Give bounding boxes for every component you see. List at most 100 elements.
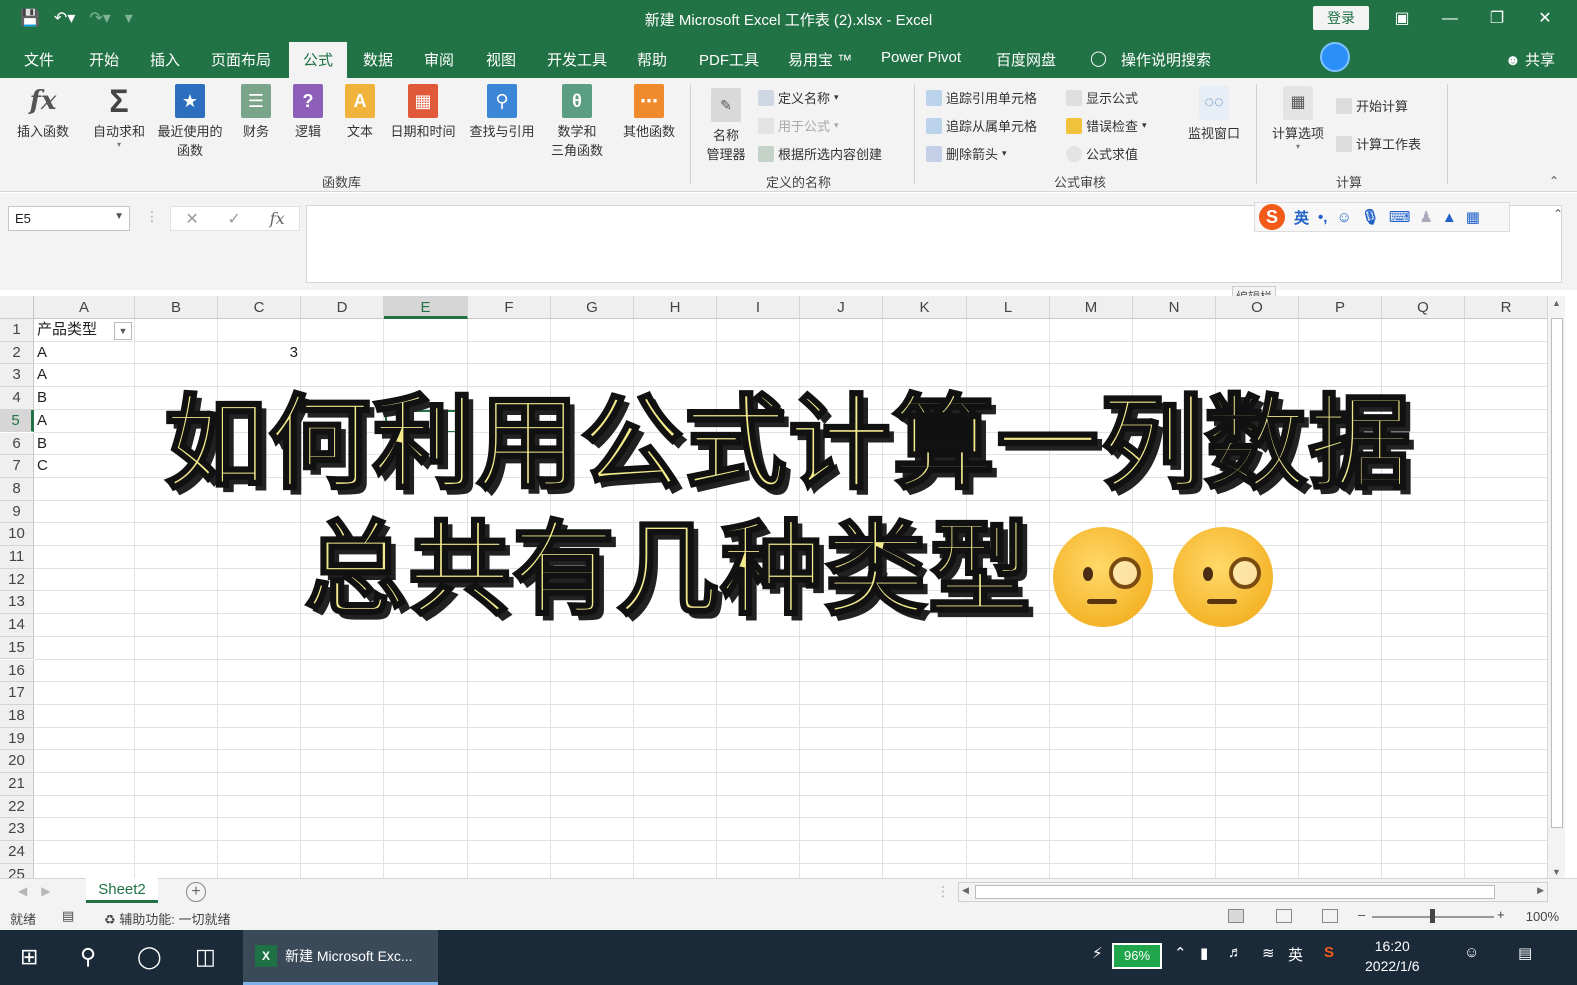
tab-data[interactable]: 数据 [363,49,393,70]
row-header[interactable]: 21 [0,773,34,796]
cell-a2[interactable]: A [34,342,135,364]
calculate-now-button[interactable]: 开始计算 [1336,96,1408,115]
battery-indicator[interactable]: 96% [1112,943,1162,969]
macro-record-icon[interactable]: ▤ [62,908,74,924]
column-header[interactable]: L [967,296,1050,319]
keyboard-icon[interactable]: ⌨ [1389,208,1411,226]
horizontal-scrollbar[interactable]: ◀ ▶ [958,882,1548,902]
tab-developer[interactable]: 开发工具 [547,49,607,70]
chat-icon[interactable]: ☺ [1464,944,1479,961]
tab-pdf-tools[interactable]: PDF工具 [699,49,759,70]
normal-view-icon[interactable] [1228,909,1244,923]
zoom-slider-knob[interactable] [1430,909,1435,923]
create-from-selection-button[interactable]: 根据所选内容创建 [758,144,882,163]
autosum-button[interactable]: Σ 自动求和 ▾ [88,84,150,149]
login-button[interactable]: 登录 [1313,6,1369,30]
scroll-up-icon[interactable]: ▲ [1552,298,1561,308]
lookup-button[interactable]: ⚲ 查找与引用 [464,84,540,140]
tab-view[interactable]: 视图 [486,49,516,70]
column-header[interactable]: M [1050,296,1133,319]
check-icon[interactable]: ✓ [228,209,241,229]
tab-help[interactable]: 帮助 [637,49,667,70]
tab-page-layout[interactable]: 页面布局 [211,49,271,70]
collapse-formula-bar-icon[interactable]: ⌃ [1553,207,1563,221]
column-header[interactable]: O [1216,296,1299,319]
row-header[interactable]: 23 [0,818,34,842]
clock[interactable]: 16:20 2022/1/6 [1365,936,1420,976]
tab-power-pivot[interactable]: Power Pivot [881,49,961,66]
error-checking-button[interactable]: 错误检查 ▾ [1066,116,1147,135]
ribbon-display-icon[interactable]: ▣ [1382,6,1422,32]
column-header[interactable]: G [551,296,634,319]
taskbar-excel-app[interactable]: X 新建 Microsoft Exc... [243,930,438,985]
column-header[interactable]: N [1133,296,1216,319]
tray-expand-icon[interactable]: ⌃ [1174,944,1187,962]
row-header[interactable]: 16 [0,659,34,683]
trace-precedents-button[interactable]: 追踪引用单元格 [926,88,1037,107]
drag-handle-icon[interactable]: ⋮ [145,208,159,225]
minimize-icon[interactable]: — [1430,6,1470,32]
emoji-icon[interactable]: ☺ [1336,209,1351,226]
column-header[interactable]: P [1299,296,1382,319]
row-header[interactable]: 18 [0,704,34,728]
microphone-icon[interactable]: 🎙 [1361,208,1380,226]
skin-shirt-icon[interactable]: ▲ [1442,209,1457,226]
page-layout-view-icon[interactable] [1276,909,1292,923]
column-header[interactable]: H [634,296,717,319]
row-header[interactable]: 22 [0,795,34,819]
calculation-options-button[interactable]: ▦ 计算选项 ▾ [1266,86,1330,151]
accessibility-status[interactable]: ♻ 辅助功能: 一切就绪 [104,909,231,928]
row-header[interactable]: 19 [0,727,34,751]
calculate-sheet-button[interactable]: 计算工作表 [1336,134,1421,153]
sheet-tab[interactable]: Sheet2 [86,878,158,903]
financial-button[interactable]: ☰ 财务 [236,84,276,140]
row-header[interactable]: 20 [0,750,34,773]
tab-home[interactable]: 开始 [89,49,119,70]
define-name-button[interactable]: 定义名称 ▾ [758,88,839,107]
sheet-nav-arrows-icon[interactable]: ◀▶ [18,884,64,898]
select-all-corner[interactable] [0,296,34,319]
tab-baidu-netdisk[interactable]: 百度网盘 [996,49,1056,70]
column-header[interactable]: I [717,296,800,319]
power-plug-icon[interactable]: ⚡ [1092,944,1103,962]
column-header[interactable]: J [800,296,883,319]
restore-icon[interactable]: ❐ [1477,6,1517,32]
page-break-view-icon[interactable] [1322,909,1338,923]
scroll-left-icon[interactable]: ◀ [962,885,969,896]
cell-c2[interactable]: 3 [218,342,301,364]
recent-functions-button[interactable]: ★ 最近使用的 函数 [152,84,228,159]
ime-language[interactable]: 英 [1294,207,1309,228]
remove-arrows-button[interactable]: 删除箭头 ▾ [926,144,1007,163]
wifi-icon[interactable]: ≋ [1262,944,1275,962]
scroll-down-icon[interactable]: ▼ [1552,867,1561,877]
tab-insert[interactable]: 插入 [150,49,180,70]
row-header[interactable]: 17 [0,682,34,705]
lightbulb-icon[interactable]: ◯ [1090,49,1107,67]
tab-formulas[interactable]: 公式 [289,42,348,78]
row-header[interactable]: 24 [0,841,34,864]
more-functions-button[interactable]: ⋯ 其他函数 [616,84,682,140]
watch-window-button[interactable]: ◌◌ 监视窗口 [1182,86,1246,142]
scroll-thumb[interactable] [975,885,1495,899]
tab-yiyongbao[interactable]: 易用宝 ™ [788,49,852,70]
insert-function-icon[interactable]: fx [270,209,285,228]
insert-function-button[interactable]: fx 插入函数 [10,84,76,140]
column-header[interactable]: E [384,296,468,319]
add-sheet-icon[interactable]: + [186,882,206,902]
tell-me-search[interactable]: 操作说明搜索 [1121,49,1211,70]
windows-start-icon[interactable]: ⊞ [20,944,38,970]
row-header[interactable]: 15 [0,636,34,660]
name-manager-button[interactable]: ✎ 名称 管理器 [700,88,752,163]
math-trig-button[interactable]: θ 数学和 三角函数 [544,84,610,159]
name-box[interactable]: E5 ▼ [8,206,130,231]
column-header[interactable]: K [883,296,967,319]
punctuation-icon[interactable]: •, [1318,209,1327,226]
volume-icon[interactable]: ♬ [1228,944,1243,961]
zoom-in-icon[interactable]: + [1497,907,1505,922]
row-header[interactable]: 1 [0,319,34,342]
column-header[interactable]: B [135,296,218,319]
logical-button[interactable]: ? 逻辑 [288,84,328,140]
show-formulas-button[interactable]: 显示公式 [1066,88,1138,107]
task-view-icon[interactable]: ◫ [195,944,216,970]
chevron-down-icon[interactable]: ▼ [114,211,124,222]
